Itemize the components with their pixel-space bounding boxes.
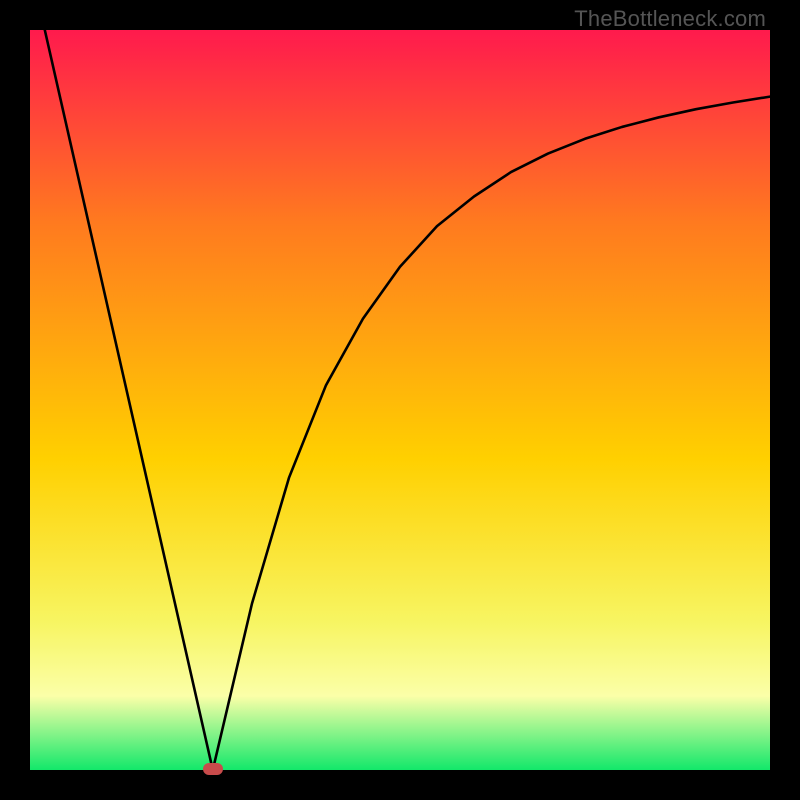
watermark-text: TheBottleneck.com [574, 6, 766, 32]
chart-frame: TheBottleneck.com [0, 0, 800, 800]
bottleneck-curve [30, 30, 770, 770]
optimal-point-marker [203, 763, 223, 775]
plot-area [30, 30, 770, 770]
